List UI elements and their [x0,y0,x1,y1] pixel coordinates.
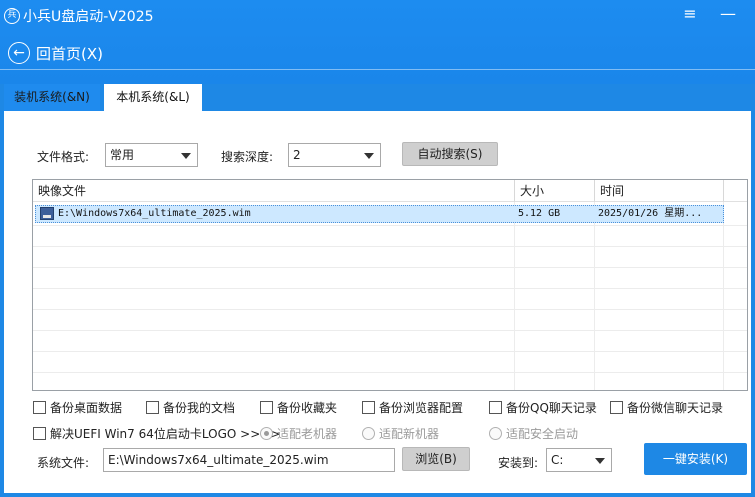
minimize-icon[interactable]: — [718,4,738,24]
back-home-button[interactable]: ← 回首页(X) [8,42,103,64]
adapt-old-label: 适配老机器 [277,427,338,441]
column-divider [514,202,515,390]
backup-documents-checkbox[interactable]: 备份我的文档 [146,399,235,416]
tab-install-system[interactable]: 装机系统(&N) [4,84,100,111]
table-row[interactable]: E:\Windows7x64_ultimate_2025.wim 5.12 GB… [35,205,724,223]
row-divider [33,372,747,373]
system-file-label: 系统文件: [37,456,90,470]
back-home-label: 回首页(X) [36,44,103,63]
image-file-icon [40,207,54,220]
cell-time: 2025/01/26 星期... [598,208,703,219]
row-divider [33,351,747,352]
backup-documents-label: 备份我的文档 [163,401,236,415]
auto-search-button[interactable]: 自动搜索(S) [402,142,498,166]
checkbox-box [33,427,46,440]
row-divider [33,267,747,268]
backup-qq-label: 备份QQ聊天记录 [506,401,597,415]
column-divider [594,202,595,390]
checkbox-box [489,401,502,414]
backup-wechat-checkbox[interactable]: 备份微信聊天记录 [610,399,723,416]
backup-qq-checkbox[interactable]: 备份QQ聊天记录 [489,399,597,416]
row-divider [33,309,747,310]
search-depth-label: 搜索深度: [221,150,274,164]
install-to-select[interactable]: C: [546,448,612,472]
column-header-spacer [724,180,747,202]
file-format-label: 文件格式: [37,150,90,164]
app-title-text: 小兵U盘启动-V2025 [23,9,154,25]
checkbox-box [362,401,375,414]
system-file-field[interactable]: E:\Windows7x64_ultimate_2025.wim [103,448,395,472]
main-panel: 文件格式: 常用 搜索深度: 2 自动搜索(S) 映像文件 大小 时间 E:\W… [4,111,751,493]
search-depth-select[interactable]: 2 [288,143,381,167]
install-to-label: 安装到: [498,456,539,470]
checkbox-box [260,401,273,414]
app-title: 兵 小兵U盘启动-V2025 [4,6,154,26]
chevron-down-icon [364,153,374,159]
cell-file: E:\Windows7x64_ultimate_2025.wim [58,208,251,219]
header-divider [0,69,755,70]
backup-browser-checkbox[interactable]: 备份浏览器配置 [362,399,463,416]
checkbox-box [33,401,46,414]
chevron-down-icon [181,153,191,159]
adapt-secure-label: 适配安全启动 [506,427,579,441]
search-depth-value: 2 [293,148,301,162]
backup-favorites-label: 备份收藏夹 [277,401,338,415]
column-divider [723,202,724,390]
uefi-fix-checkbox[interactable]: 解决UEFI Win7 64位启动卡LOGO >>>> [33,425,280,442]
backup-desktop-checkbox[interactable]: 备份桌面数据 [33,399,122,416]
backup-desktop-label: 备份桌面数据 [50,401,123,415]
one-click-install-button[interactable]: 一键安装(K) [644,443,747,475]
backup-favorites-checkbox[interactable]: 备份收藏夹 [260,399,337,416]
checkbox-box [146,401,159,414]
menu-icon[interactable]: ≡ [680,4,700,24]
install-to-value: C: [551,453,564,467]
browse-button[interactable]: 浏览(B) [402,447,470,471]
chevron-down-icon [595,458,605,464]
column-header-image[interactable]: 映像文件 [33,180,515,202]
backup-wechat-label: 备份微信聊天记录 [627,401,724,415]
row-divider [33,330,747,331]
radio-circle [489,427,502,440]
adapt-secure-radio[interactable]: 适配安全启动 [489,425,578,442]
uefi-fix-label: 解决UEFI Win7 64位启动卡LOGO >>>> [50,427,281,441]
cell-size: 5.12 GB [518,208,561,219]
image-table: 映像文件 大小 时间 E:\Windows7x64_ultimate_2025.… [32,179,748,391]
title-bar: 兵 小兵U盘启动-V2025 ≡ — ← 回首页(X) [0,0,755,84]
radio-circle [260,427,273,440]
checkbox-box [610,401,623,414]
back-arrow-icon: ← [8,42,30,64]
radio-circle [362,427,375,440]
column-header-size[interactable]: 大小 [515,180,595,202]
column-header-time[interactable]: 时间 [595,180,724,202]
app-logo-icon: 兵 [4,8,20,24]
tab-local-system[interactable]: 本机系统(&L) [104,84,202,111]
row-divider [33,246,747,247]
backup-browser-label: 备份浏览器配置 [379,401,464,415]
adapt-new-label: 适配新机器 [379,427,440,441]
adapt-old-radio[interactable]: 适配老机器 [260,425,337,442]
adapt-new-radio[interactable]: 适配新机器 [362,425,439,442]
row-divider [33,225,747,226]
file-format-select[interactable]: 常用 [105,143,198,167]
file-format-value: 常用 [110,148,135,162]
row-divider [33,288,747,289]
